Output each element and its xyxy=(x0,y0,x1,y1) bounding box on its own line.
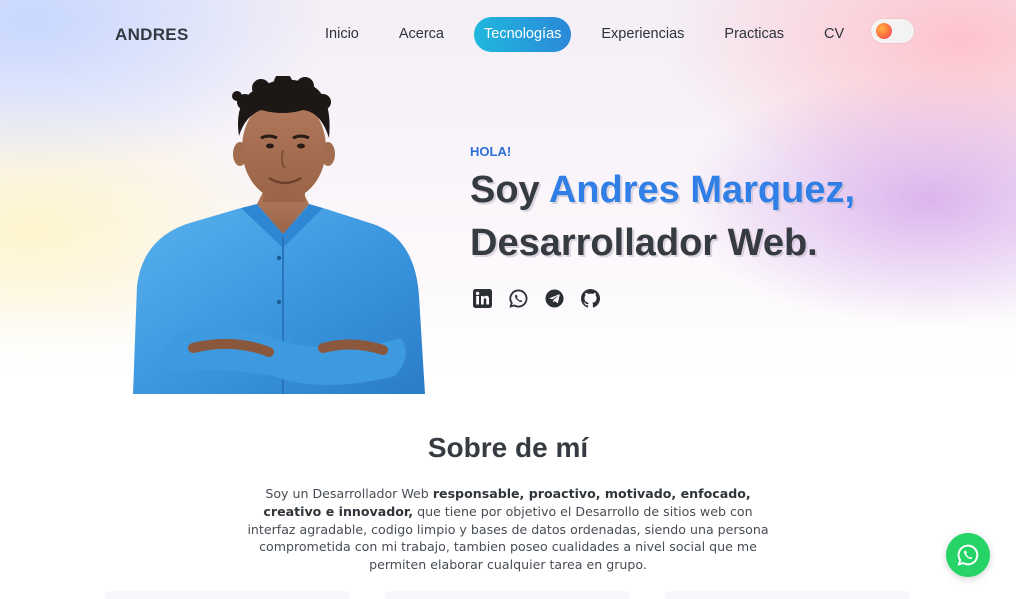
telegram-icon[interactable] xyxy=(543,287,565,309)
nav-menu: Inicio Acerca Tecnologías Experiencias P… xyxy=(315,17,854,52)
about-description: Soy un Desarrollador Web responsable, pr… xyxy=(240,485,776,574)
headline-name: Andres Marquez, xyxy=(548,169,856,211)
theme-toggle[interactable] xyxy=(871,19,914,43)
nav-link-experiencias[interactable]: Experiencias xyxy=(591,17,694,52)
card-preview-3 xyxy=(665,591,910,599)
profile-photo xyxy=(133,76,425,394)
card-preview-2 xyxy=(385,591,630,599)
hero-greeting: HOLA! xyxy=(470,144,512,159)
top-navbar: ANDRES Inicio Acerca Tecnologías Experie… xyxy=(0,0,1016,68)
headline-prefix: Soy xyxy=(470,169,549,211)
linkedin-icon[interactable] xyxy=(471,287,493,309)
brand-logo[interactable]: ANDRES xyxy=(115,25,189,45)
whatsapp-float-button[interactable] xyxy=(946,533,990,577)
whatsapp-icon[interactable] xyxy=(507,287,529,309)
nav-link-acerca[interactable]: Acerca xyxy=(389,17,454,52)
about-text-start: Soy un Desarrollador Web xyxy=(265,486,433,501)
nav-link-tecnologias[interactable]: Tecnologías xyxy=(474,17,572,52)
nav-link-practicas[interactable]: Practicas xyxy=(714,17,794,52)
headline-role: Desarrollador Web. xyxy=(470,222,818,264)
whatsapp-icon xyxy=(957,544,979,566)
sun-toggle-icon xyxy=(876,23,892,39)
social-links xyxy=(471,287,615,309)
github-icon[interactable] xyxy=(579,287,601,309)
card-preview-1 xyxy=(105,591,350,599)
hero-headline: Soy Andres Marquez, Desarrollador Web. xyxy=(470,164,855,270)
nav-link-cv[interactable]: CV xyxy=(814,17,854,52)
about-title: Sobre de mí xyxy=(427,432,589,463)
nav-link-inicio[interactable]: Inicio xyxy=(315,17,369,52)
